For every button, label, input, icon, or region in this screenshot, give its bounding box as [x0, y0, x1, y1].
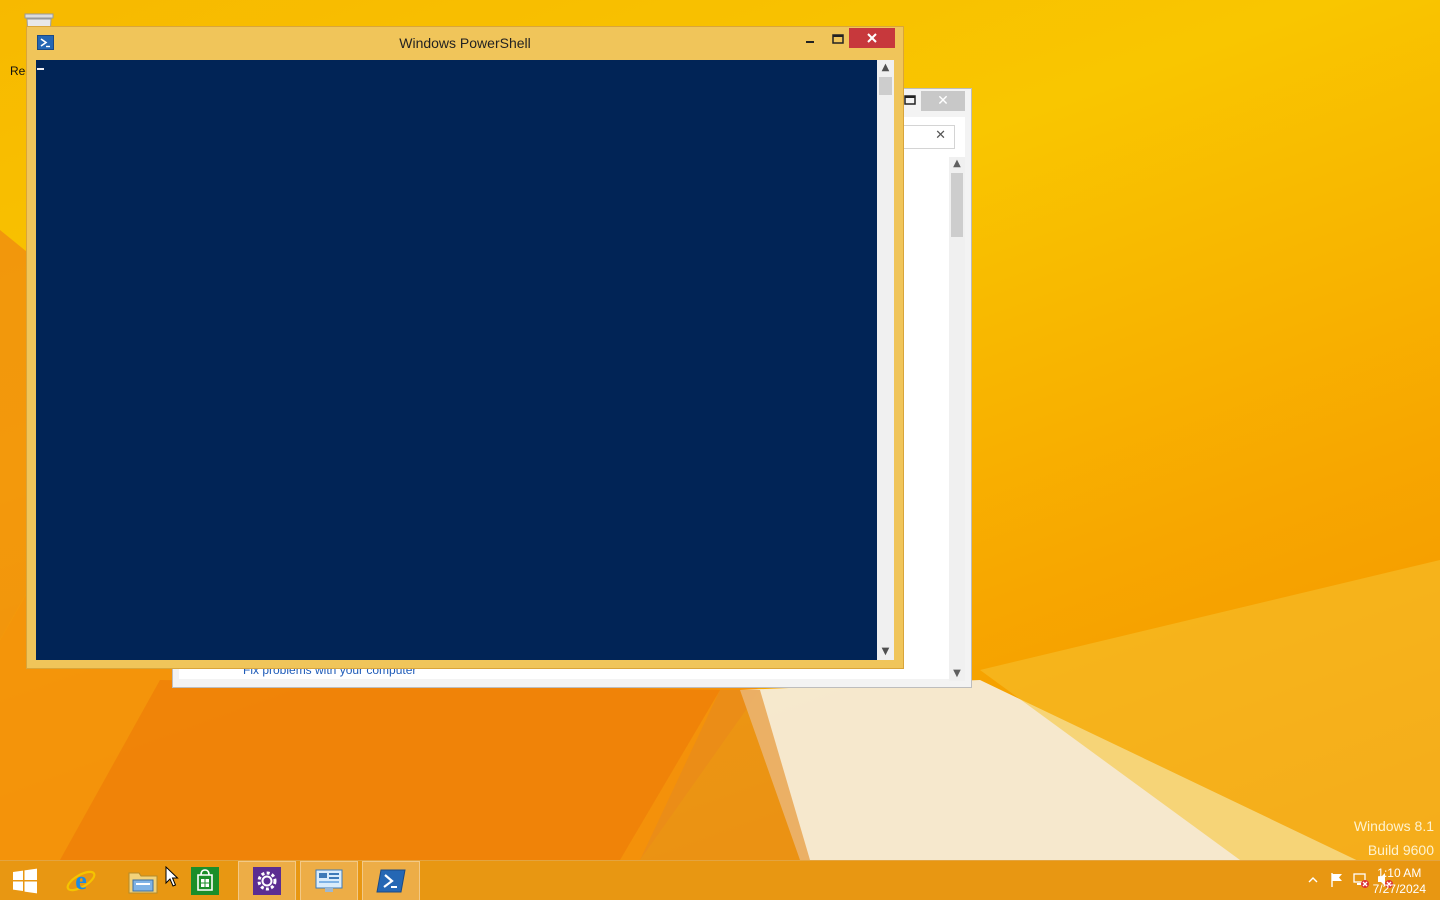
scrollbar-thumb[interactable] [951, 173, 963, 237]
store-bag-icon [191, 867, 219, 895]
clock[interactable]: 1:10 AM 7/27/2024 [1373, 865, 1426, 897]
maximize-icon [832, 34, 844, 44]
mouse-pointer-icon [165, 866, 179, 887]
taskbar-store[interactable] [176, 861, 234, 900]
title-bar[interactable]: Windows PowerShell [27, 27, 903, 59]
taskbar-internet-explorer[interactable]: e [52, 861, 110, 900]
show-hidden-icons-button[interactable] [1304, 871, 1322, 889]
clock-time: 1:10 AM [1377, 866, 1422, 880]
network-status-button[interactable] [1352, 871, 1370, 889]
minimize-button[interactable] [797, 29, 823, 49]
svg-text:e: e [75, 866, 87, 895]
control-panel-icon [315, 869, 343, 892]
watermark-edition: Windows 8.1 [1353, 818, 1434, 834]
scrollbar-thumb[interactable] [879, 77, 892, 95]
windows-build-watermark: Windows 8.1 Build 9600 [1354, 814, 1434, 862]
clear-search-icon[interactable]: ✕ [935, 128, 946, 143]
close-icon [867, 33, 877, 43]
window-title: Windows PowerShell [399, 35, 531, 51]
taskbar: e 1:10 AM 7/27/2024 [0, 860, 1440, 900]
flag-icon [1331, 873, 1342, 887]
clock-date: 7/27/2024 [1372, 882, 1426, 896]
search-box[interactable]: ✕ [903, 125, 955, 149]
internet-explorer-icon: e [66, 866, 96, 895]
taskbar-control-panel[interactable] [300, 861, 358, 900]
watermark-build: Build 9600 [1367, 842, 1434, 858]
folder-icon [128, 872, 158, 894]
vertical-scrollbar[interactable]: ▲ ▼ [949, 157, 965, 681]
scroll-down-icon[interactable]: ▼ [877, 644, 894, 660]
chevron-up-icon [1308, 877, 1318, 883]
minimize-icon [806, 41, 814, 43]
scroll-down-icon[interactable]: ▼ [949, 667, 965, 681]
windows-logo-icon [13, 868, 37, 894]
taskbar-pc-settings[interactable] [238, 861, 296, 900]
action-center-button[interactable] [1328, 871, 1346, 889]
console-area[interactable] [36, 60, 877, 660]
system-tray: 1:10 AM 7/27/2024 [1240, 861, 1440, 900]
close-button[interactable]: ✕ [921, 91, 965, 111]
gear-icon [253, 867, 281, 895]
start-button[interactable] [0, 861, 50, 900]
text-cursor [37, 68, 44, 70]
maximize-button[interactable] [825, 29, 849, 49]
scroll-up-icon[interactable]: ▲ [877, 60, 894, 76]
close-button[interactable] [849, 28, 895, 48]
network-disconnected-icon [1353, 873, 1369, 888]
scroll-up-icon[interactable]: ▲ [949, 157, 965, 171]
powershell-window[interactable]: Windows PowerShell ▲ ▼ [26, 26, 904, 669]
taskbar-file-explorer[interactable] [114, 861, 172, 900]
powershell-icon [376, 869, 406, 893]
close-icon: ✕ [937, 93, 949, 109]
vertical-scrollbar[interactable]: ▲ ▼ [877, 60, 894, 660]
taskbar-powershell[interactable] [362, 861, 420, 900]
